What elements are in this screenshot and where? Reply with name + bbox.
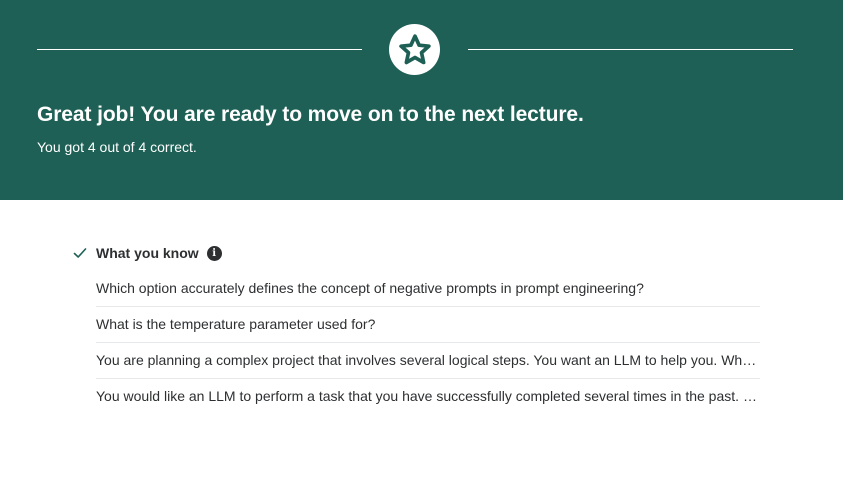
question-item[interactable]: You are planning a complex project that … bbox=[96, 343, 760, 379]
checkmark-icon bbox=[73, 248, 87, 258]
info-icon[interactable]: i bbox=[206, 245, 222, 261]
question-item[interactable]: Which option accurately defines the conc… bbox=[96, 271, 760, 307]
what-you-know-header: What you know i bbox=[72, 244, 222, 262]
question-list: Which option accurately defines the conc… bbox=[96, 271, 760, 414]
star-icon bbox=[398, 33, 431, 64]
score-text: You got 4 out of 4 correct. bbox=[37, 139, 197, 155]
question-item[interactable]: You would like an LLM to perform a task … bbox=[96, 379, 760, 414]
star-badge bbox=[389, 24, 440, 75]
section-label: What you know bbox=[96, 245, 199, 261]
question-item[interactable]: What is the temperature parameter used f… bbox=[96, 307, 760, 343]
completion-heading: Great job! You are ready to move on to t… bbox=[37, 103, 584, 126]
results-banner: Great job! You are ready to move on to t… bbox=[0, 0, 843, 200]
divider-left bbox=[37, 49, 362, 50]
divider-right bbox=[468, 49, 793, 50]
